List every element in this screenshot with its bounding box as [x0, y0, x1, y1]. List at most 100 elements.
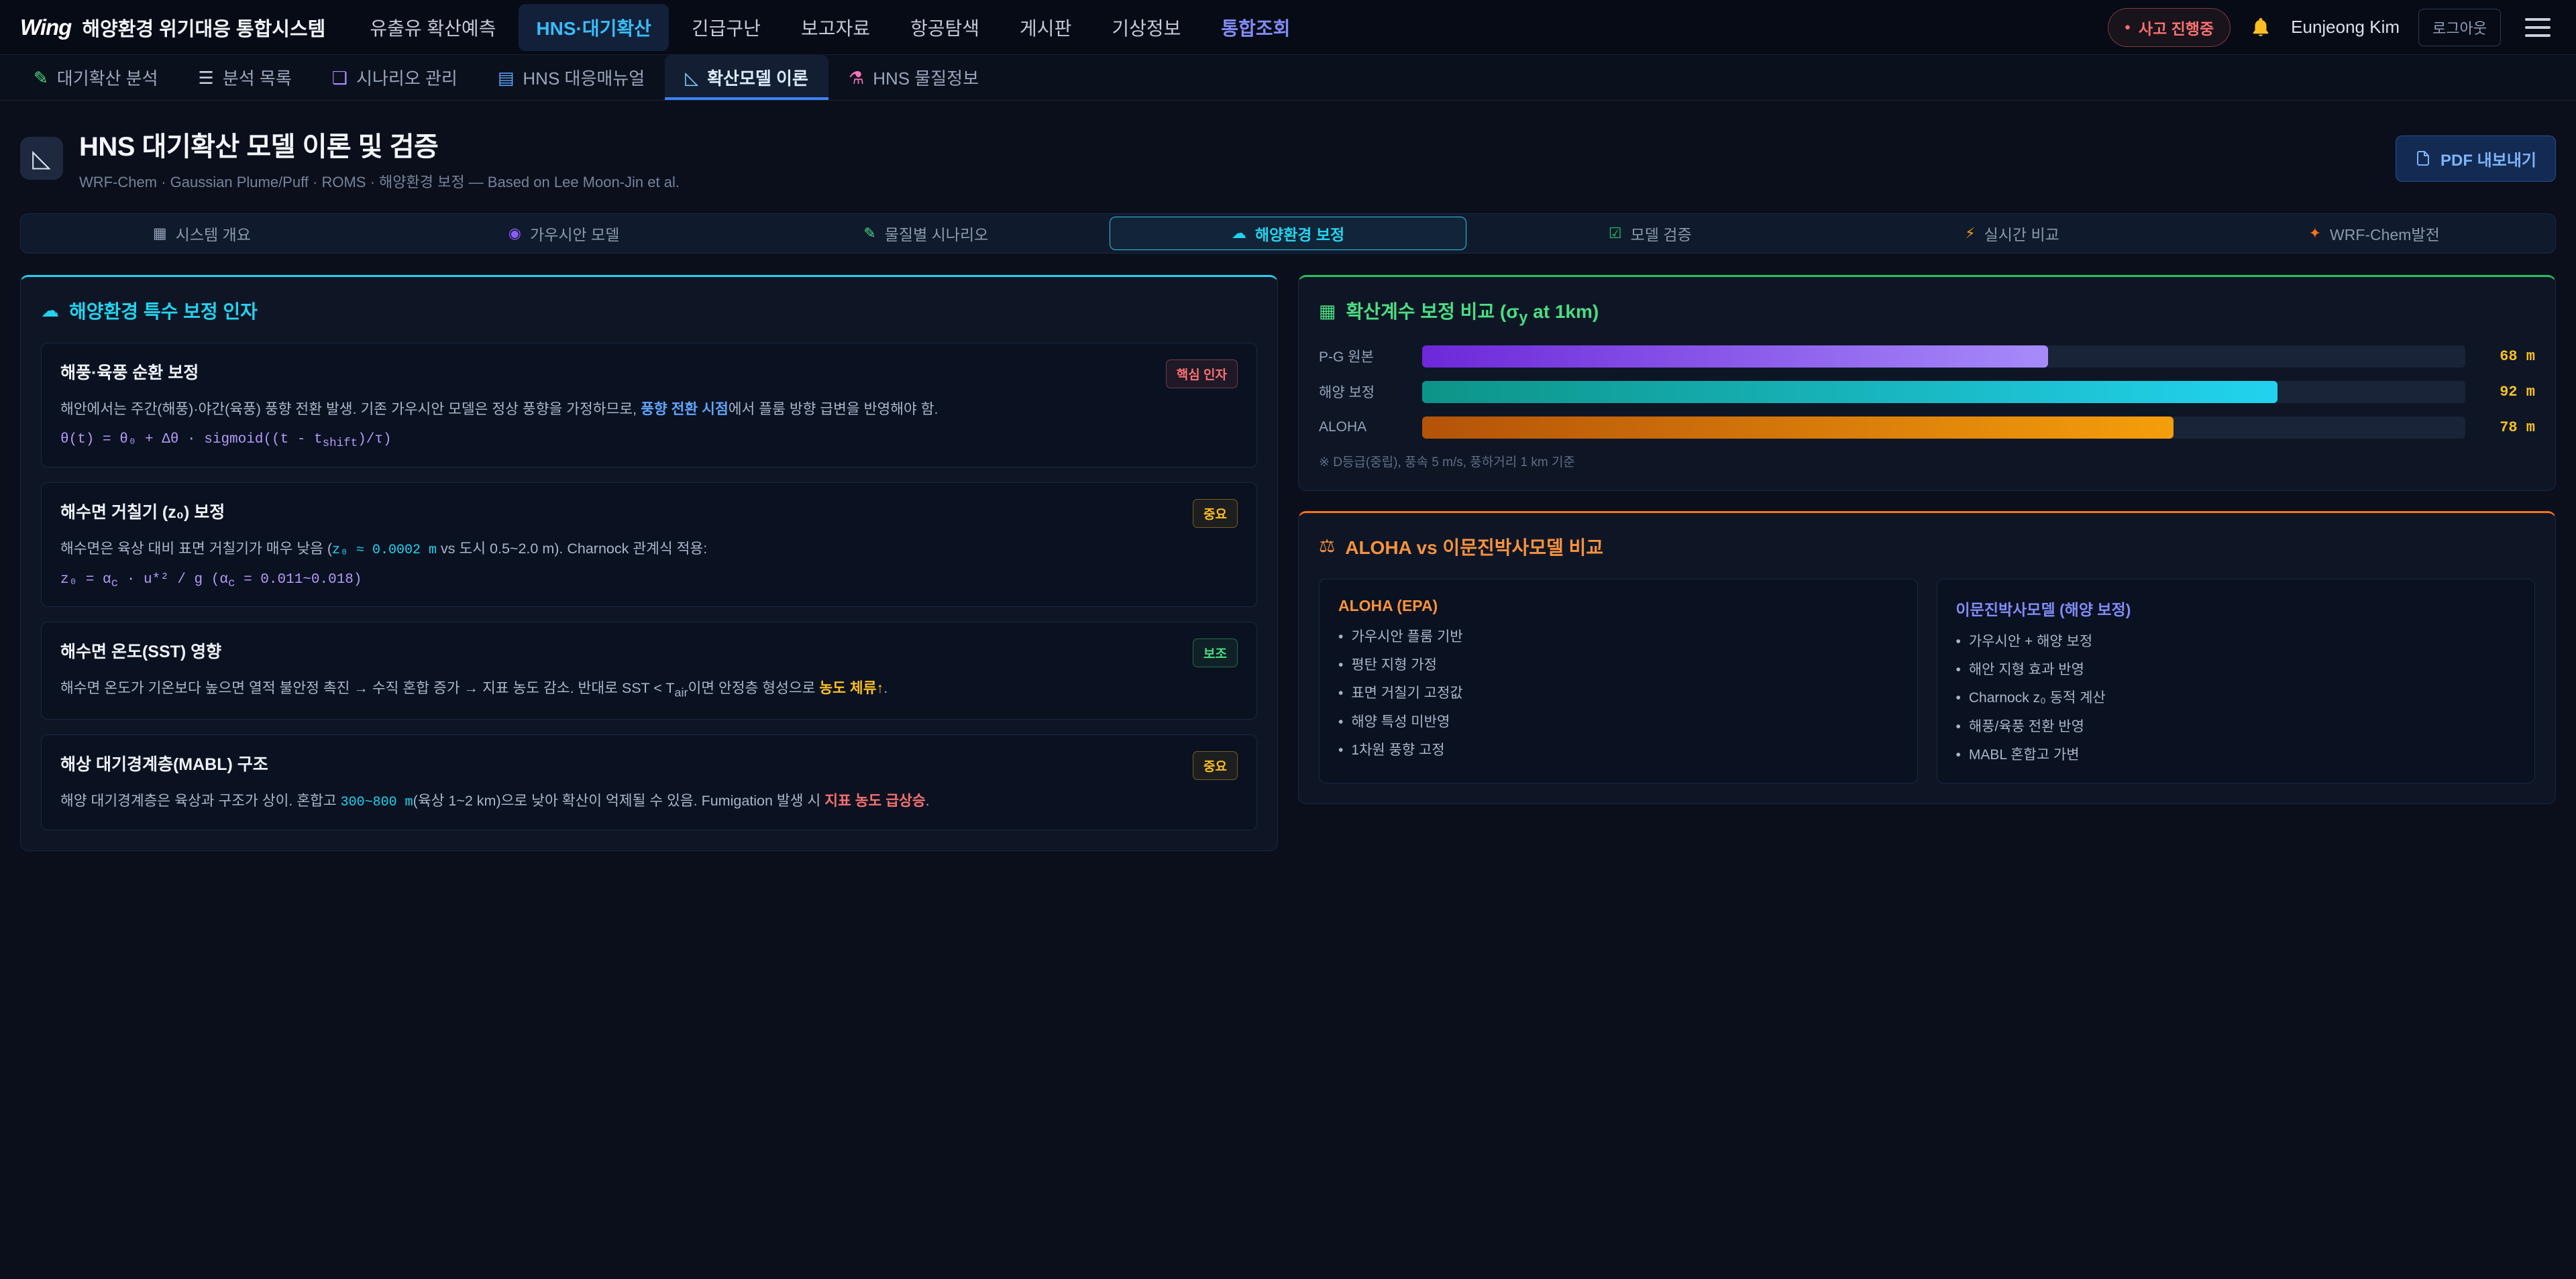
notification-bell-icon[interactable] [2249, 16, 2272, 39]
top-navbar: Wing 해양환경 위기대응 통합시스템 유출유 확산예측 HNS·대기확산 긴… [0, 0, 2576, 55]
card-title: ⚖ ALOHA vs 이문진박사모델 비교 [1319, 533, 2535, 560]
pdf-export-label: PDF 내보내기 [2440, 147, 2536, 170]
list-item: 평탄 지형 가정 [1338, 655, 1898, 675]
model-comparison-card: ⚖ ALOHA vs 이문진박사모델 비교 ALOHA (EPA) 가우시안 플… [1298, 511, 2556, 804]
tab-label: HNS 물질정보 [873, 65, 979, 90]
stab-label: 가우시안 모델 [530, 222, 619, 245]
factor-badge: 중요 [1193, 499, 1238, 528]
factor-description: 해양 대기경계층은 육상과 구조가 상이. 혼합고 300~800 m(육상 1… [60, 789, 1238, 814]
tab-scenario-management[interactable]: ❏ 시나리오 관리 [312, 55, 478, 100]
tab-diffusion-model-theory[interactable]: ◺ 확산모델 이론 [665, 55, 828, 100]
topnav-right: ● 사고 진행중 Eunjeong Kim 로그아웃 [2108, 8, 2556, 47]
bar-value: 78 m [2479, 419, 2535, 436]
bar-label: P-G 원본 [1319, 346, 1409, 366]
nav-item-integrated-search[interactable]: 통합조회 [1203, 4, 1307, 51]
bar-chart-icon: ▦ [1319, 302, 1336, 321]
factor-title: 해수면 온도(SST) 영향 [60, 638, 221, 663]
sigma-comparison-card: ▦ 확산계수 보정 비교 (σy at 1km) P-G 원본 68 m 해양 … [1298, 275, 2556, 491]
tab-analysis-list[interactable]: ☰ 분석 목록 [178, 55, 312, 100]
document-icon [2415, 150, 2431, 166]
stab-model-validation[interactable]: ☑ 모델 검증 [1472, 217, 1829, 250]
chart-note: ※ D등급(중립), 풍속 5 m/s, 풍하거리 1 km 기준 [1319, 452, 2535, 470]
triangle-ruler-icon: ◺ [20, 137, 63, 180]
tab-hns-manual[interactable]: ▤ HNS 대응매뉴얼 [478, 55, 665, 100]
card-title: ☁ 해양환경 특수 보정 인자 [41, 297, 1257, 324]
bar-row-marine-corrected: 해양 보정 92 m [1319, 381, 2535, 403]
spark-icon: ✦ [2309, 226, 2321, 241]
stab-label: 물질별 시나리오 [885, 222, 989, 245]
hamburger-menu-icon[interactable] [2520, 13, 2556, 42]
box-title: ALOHA (EPA) [1338, 597, 1898, 615]
stab-wrf-chem[interactable]: ✦ WRF-Chem발전 [2196, 217, 2553, 250]
list-item: 해풍/육풍 전환 반영 [1956, 717, 2516, 736]
marine-correction-card: ☁ 해양환경 특수 보정 인자 해풍·육풍 순환 보정 핵심 인자 해안에서는 … [20, 275, 1278, 851]
factor-sst-effect: 해수면 온도(SST) 영향 보조 해수면 온도가 기온보다 높으면 열적 불안… [41, 622, 1257, 720]
lee-model-box: 이문진박사모델 (해양 보정) 가우시안 + 해양 보정 해안 지형 효과 반영… [1937, 579, 2536, 783]
stab-gaussian-model[interactable]: ◉ 가우시안 모델 [386, 217, 743, 250]
nav-item-rescue[interactable]: 긴급구난 [674, 4, 778, 51]
flask-icon: ⚗ [849, 69, 864, 87]
circle-icon: ◉ [508, 226, 521, 241]
stab-label: 시스템 개요 [176, 222, 251, 245]
section-tabs: ▦ 시스템 개요 ◉ 가우시안 모델 ✎ 물질별 시나리오 ☁ 해양환경 보정 … [20, 213, 2556, 254]
user-name: Eunjeong Kim [2291, 17, 2400, 38]
list-item: 가우시안 + 해양 보정 [1956, 632, 2516, 651]
factor-title: 해상 대기경계층(MABL) 구조 [60, 751, 268, 775]
factor-description: 해수면은 육상 대비 표면 거칠기가 매우 낮음 (z₀ ≈ 0.0002 m … [60, 537, 1238, 561]
sub-navbar: ✎ 대기확산 분석 ☰ 분석 목록 ❏ 시나리오 관리 ▤ HNS 대응매뉴얼 … [0, 55, 2576, 101]
bar-fill-aloha [1422, 416, 2174, 439]
bar-label: 해양 보정 [1319, 382, 1409, 402]
stab-realtime-comparison[interactable]: ⚡ 실시간 비교 [1834, 217, 2191, 250]
factor-mabl-structure: 해상 대기경계층(MABL) 구조 중요 해양 대기경계층은 육상과 구조가 상… [41, 734, 1257, 830]
tab-label: 시나리오 관리 [356, 65, 458, 90]
main-content: ☁ 해양환경 특수 보정 인자 해풍·육풍 순환 보정 핵심 인자 해안에서는 … [0, 275, 2576, 883]
bar-track [1422, 345, 2465, 368]
incident-status-badge: ● 사고 진행중 [2108, 8, 2231, 47]
factor-badge: 중요 [1193, 751, 1238, 780]
tab-atmos-analysis[interactable]: ✎ 대기확산 분석 [13, 55, 178, 100]
feature-list: 가우시안 플룸 기반 평탄 지형 가정 표면 거칠기 고정값 해양 특성 미반영… [1338, 627, 1898, 761]
checkbox-icon: ☑ [1609, 226, 1622, 241]
page-header-left: ◺ HNS 대기확산 모델 이론 및 검증 WRF-Chem · Gaussia… [20, 125, 680, 192]
factor-description: 해수면 온도가 기온보다 높으면 열적 불안정 촉진 → 수직 혼합 증가 → … [60, 677, 1238, 703]
nav-item-weather[interactable]: 기상정보 [1094, 4, 1198, 51]
stab-system-overview[interactable]: ▦ 시스템 개요 [23, 217, 380, 250]
stab-marine-correction[interactable]: ☁ 해양환경 보정 [1110, 217, 1466, 250]
box-title: 이문진박사모델 (해양 보정) [1956, 597, 2516, 620]
card-title: ▦ 확산계수 보정 비교 (σy at 1km) [1319, 297, 2535, 327]
factor-sea-land-breeze: 해풍·육풍 순환 보정 핵심 인자 해안에서는 주간(해풍)·야간(육풍) 풍향… [41, 343, 1257, 467]
factor-formula: θ(t) = θ₀ + Δθ · sigmoid((t - tshift)/τ) [60, 432, 1238, 450]
stab-substance-scenario[interactable]: ✎ 물질별 시나리오 [747, 217, 1104, 250]
nav-item-oil-spill[interactable]: 유출유 확산예측 [352, 4, 513, 51]
bar-row-aloha: ALOHA 78 m [1319, 416, 2535, 439]
bar-track [1422, 381, 2465, 403]
factor-badge: 핵심 인자 [1166, 359, 1238, 388]
list-item: 1차원 풍향 고정 [1338, 740, 1898, 760]
nav-item-hns-atmos[interactable]: HNS·대기확산 [519, 4, 668, 51]
logout-button[interactable]: 로그아웃 [2418, 9, 2501, 46]
chart-icon: ▦ [153, 226, 167, 241]
bar-label: ALOHA [1319, 419, 1409, 435]
folder-icon: ❏ [332, 69, 347, 87]
aloha-model-box: ALOHA (EPA) 가우시안 플룸 기반 평탄 지형 가정 표면 거칠기 고… [1319, 579, 1918, 783]
app-logo: Wing [20, 15, 71, 40]
pencil-icon: ✎ [863, 226, 875, 241]
factor-formula: z₀ = αc · u*² / g (αc = 0.011~0.018) [60, 572, 1238, 590]
tab-hns-substance-info[interactable]: ⚗ HNS 물질정보 [828, 55, 999, 100]
bar-track [1422, 416, 2465, 439]
book-icon: ▤ [498, 69, 515, 87]
nav-item-reports[interactable]: 보고자료 [784, 4, 888, 51]
page-title: HNS 대기확산 모델 이론 및 검증 [79, 125, 680, 164]
app-root: Wing 해양환경 위기대응 통합시스템 유출유 확산예측 HNS·대기확산 긴… [0, 0, 2576, 883]
page-header: ◺ HNS 대기확산 모델 이론 및 검증 WRF-Chem · Gaussia… [0, 101, 2576, 213]
cloud-icon: ☁ [41, 302, 59, 320]
list-item: 가우시안 플룸 기반 [1338, 627, 1898, 647]
bar-value: 68 m [2479, 348, 2535, 365]
nav-item-aerial-search[interactable]: 항공탐색 [893, 4, 997, 51]
tab-label: HNS 대응매뉴얼 [523, 65, 645, 90]
feature-list: 가우시안 + 해양 보정 해안 지형 효과 반영 Charnock z₀ 동적 … [1956, 632, 2516, 765]
pdf-export-button[interactable]: PDF 내보내기 [2396, 135, 2556, 182]
cloud-icon: ☁ [1232, 226, 1246, 241]
nav-item-board[interactable]: 게시판 [1002, 4, 1089, 51]
pencil-icon: ✎ [34, 69, 48, 87]
